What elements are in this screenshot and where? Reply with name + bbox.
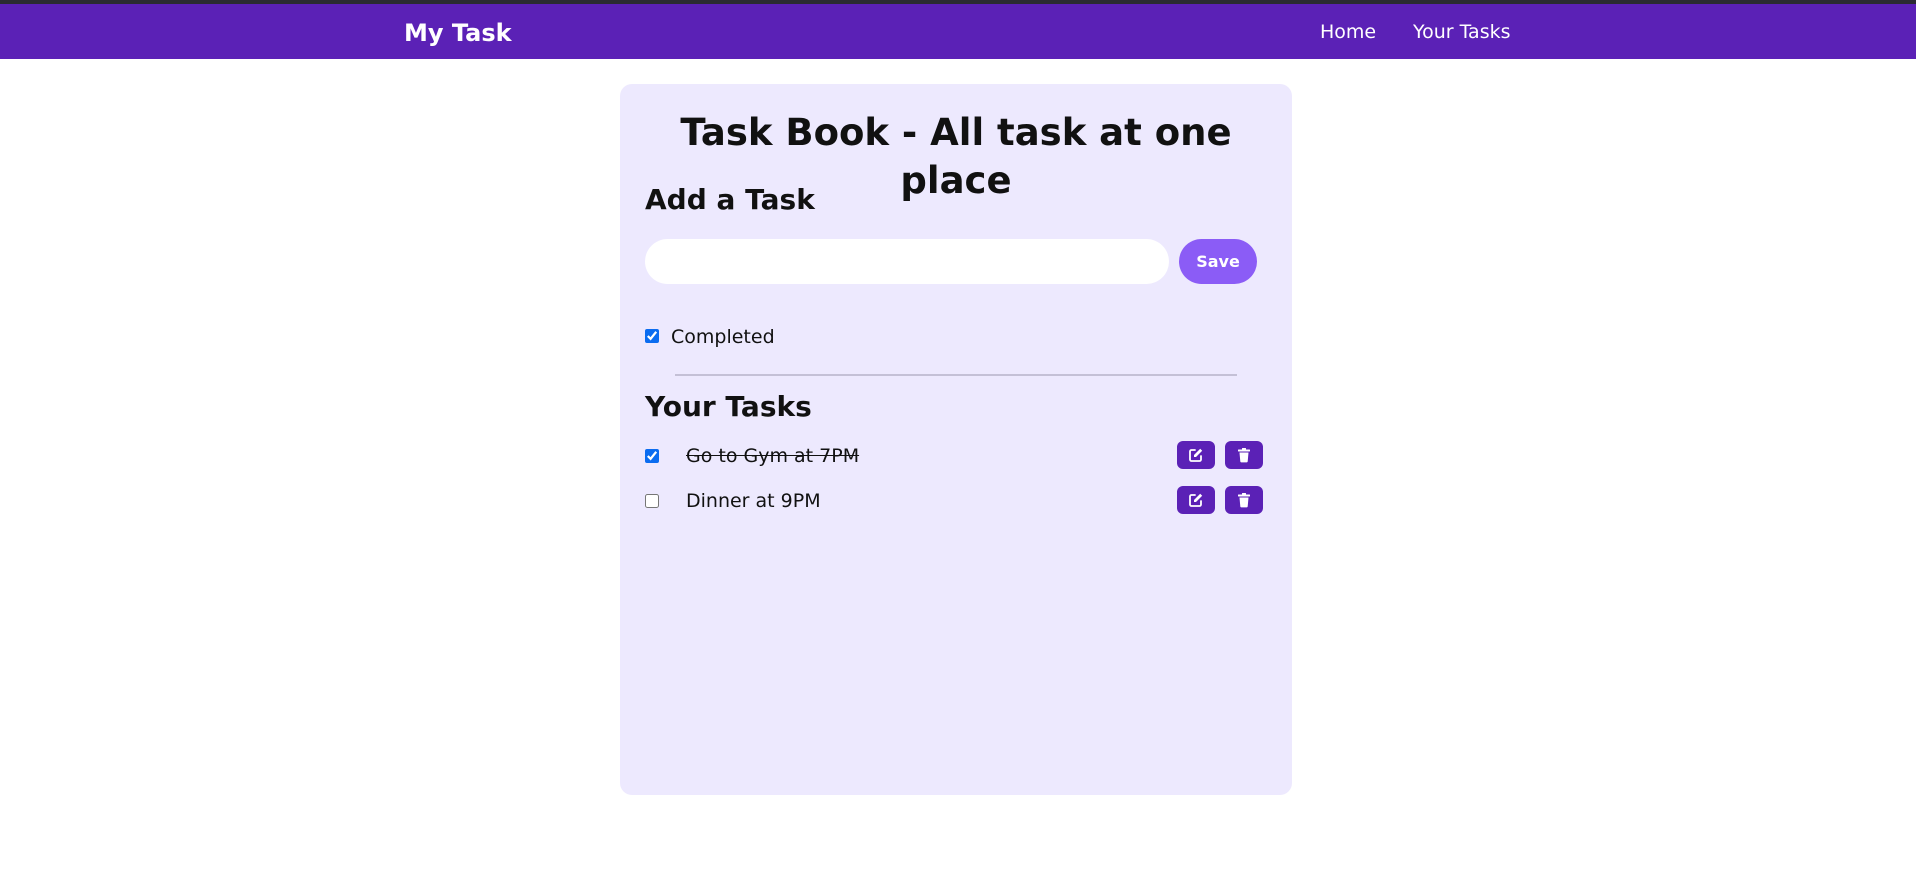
nav-link-your-tasks[interactable]: Your Tasks <box>1413 19 1511 45</box>
your-tasks-heading: Your Tasks <box>645 390 812 423</box>
task-text: Go to Gym at 7PM <box>686 445 860 467</box>
save-button[interactable]: Save <box>1179 239 1257 284</box>
nav-link-home[interactable]: Home <box>1320 19 1376 45</box>
task-checkbox[interactable] <box>645 449 659 463</box>
completed-label: Completed <box>671 326 775 348</box>
brand-logo[interactable]: My Task <box>404 18 512 48</box>
task-input[interactable] <box>645 239 1169 284</box>
navbar: My Task Home Your Tasks <box>0 4 1916 59</box>
edit-task-button[interactable] <box>1177 486 1215 514</box>
task-text: Dinner at 9PM <box>686 490 821 512</box>
task-item: Go to Gym at 7PM <box>620 441 1292 471</box>
trash-icon <box>1238 448 1250 463</box>
delete-task-button[interactable] <box>1225 486 1263 514</box>
edit-icon <box>1189 448 1203 462</box>
delete-task-button[interactable] <box>1225 441 1263 469</box>
edit-task-button[interactable] <box>1177 441 1215 469</box>
task-card: Task Book - All task at one place Add a … <box>620 84 1292 795</box>
add-task-heading: Add a Task <box>645 183 815 216</box>
task-checkbox[interactable] <box>645 494 659 508</box>
task-item: Dinner at 9PM <box>620 486 1292 516</box>
trash-icon <box>1238 493 1250 508</box>
completed-checkbox[interactable] <box>645 329 659 343</box>
divider <box>675 374 1237 376</box>
edit-icon <box>1189 493 1203 507</box>
